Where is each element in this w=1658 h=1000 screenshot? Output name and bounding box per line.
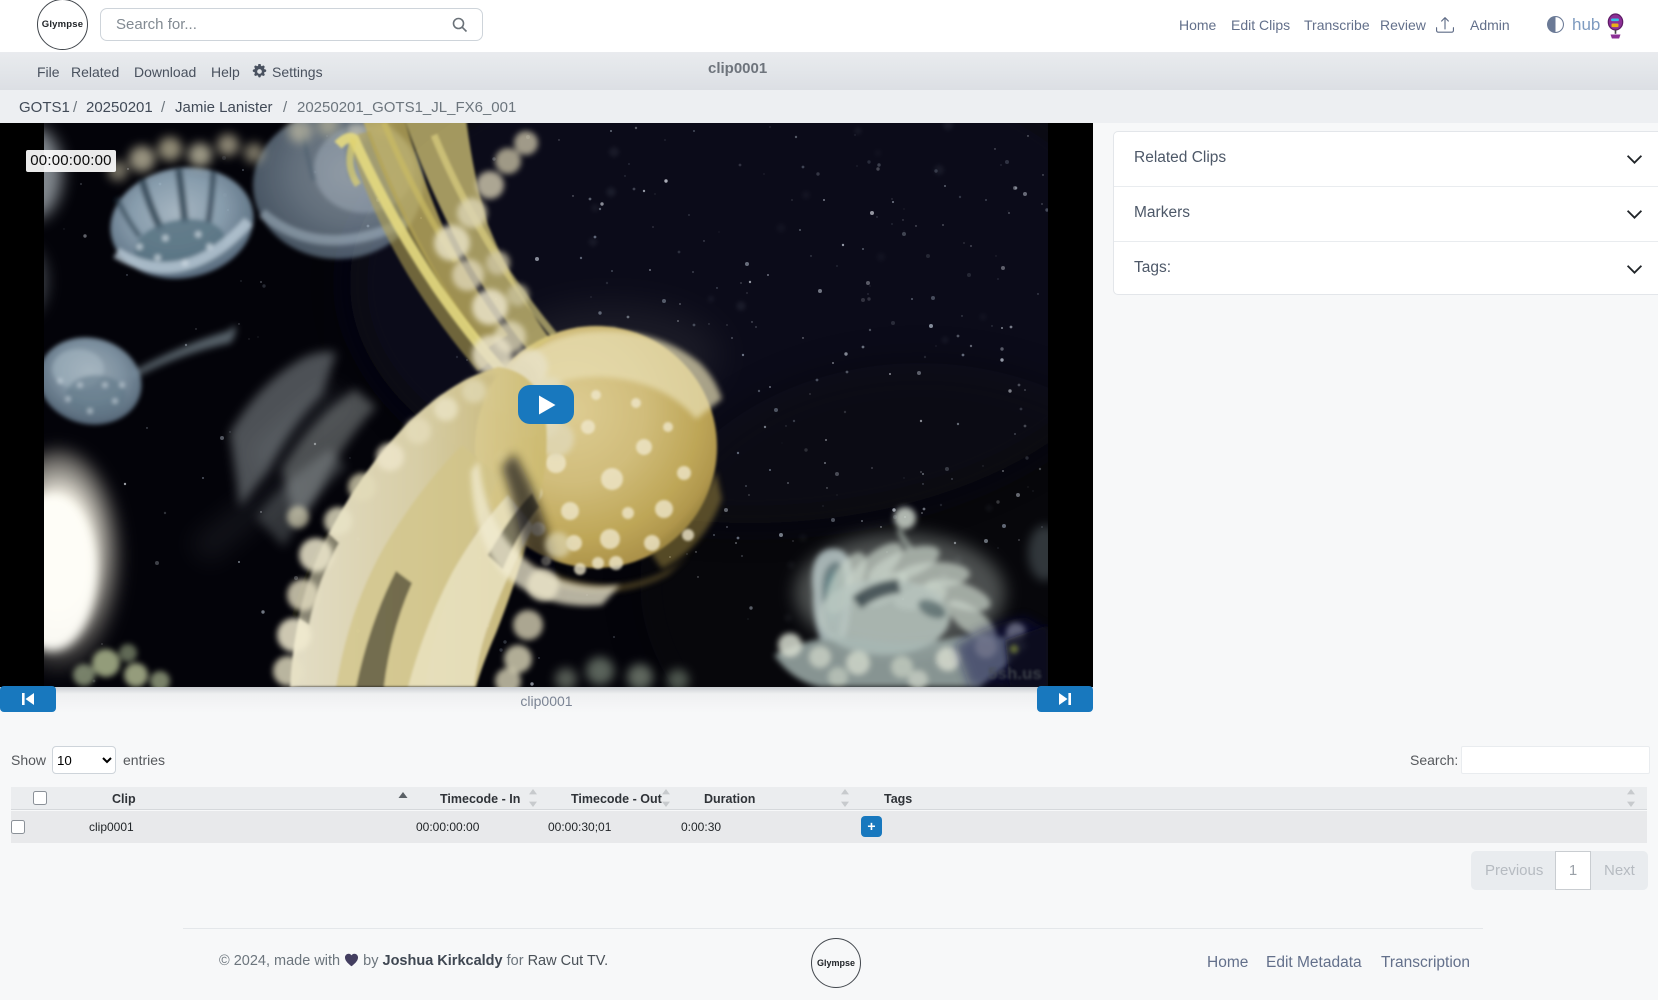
svg-text:5sh.us: 5sh.us (988, 664, 1042, 683)
